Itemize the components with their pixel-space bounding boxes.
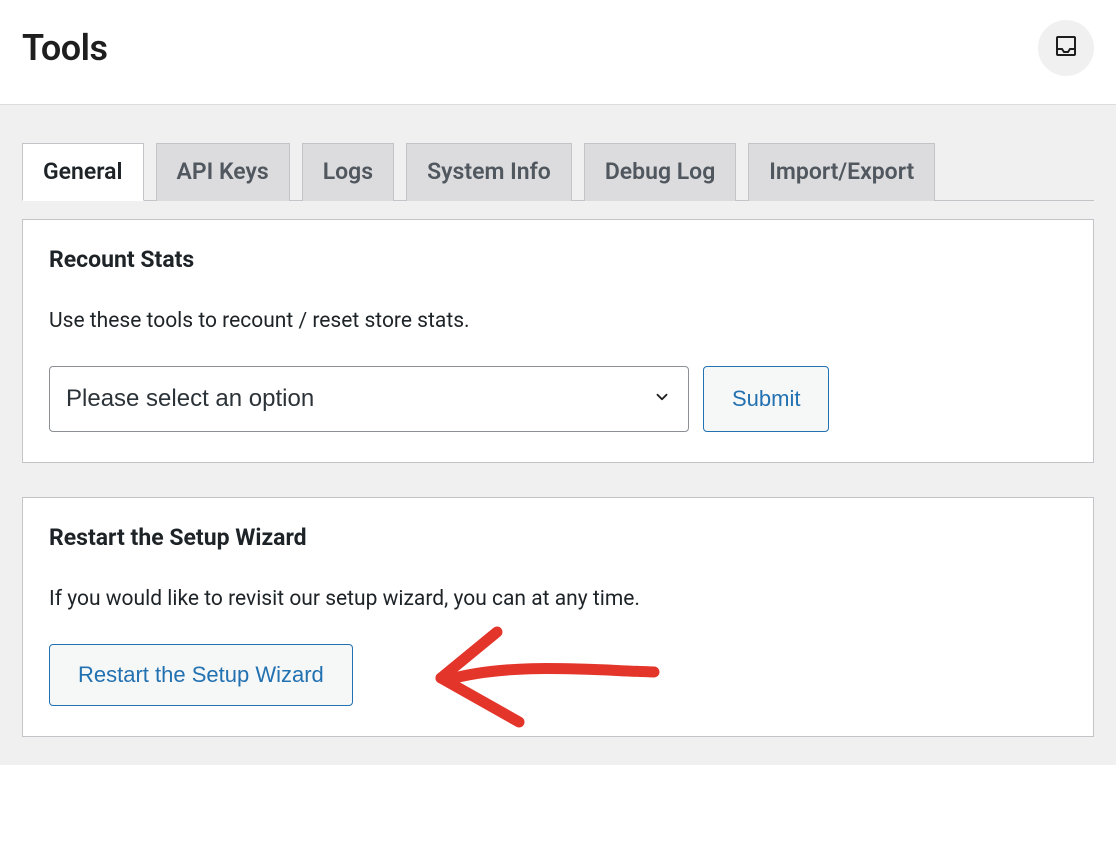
submit-button[interactable]: Submit bbox=[703, 366, 829, 432]
restart-wizard-description: If you would like to revisit our setup w… bbox=[49, 585, 1067, 614]
tab-debug-log[interactable]: Debug Log bbox=[584, 143, 736, 201]
tab-general[interactable]: General bbox=[22, 143, 144, 201]
content-area: General API Keys Logs System Info Debug … bbox=[0, 104, 1116, 765]
wizard-row: Restart the Setup Wizard bbox=[49, 644, 1067, 706]
tab-api-keys[interactable]: API Keys bbox=[156, 143, 290, 201]
recount-stats-heading: Recount Stats bbox=[49, 246, 1067, 273]
page-title: Tools bbox=[22, 27, 108, 69]
tab-import-export[interactable]: Import/Export bbox=[748, 143, 935, 201]
tab-system-info[interactable]: System Info bbox=[406, 143, 572, 201]
annotation-arrow-icon bbox=[419, 622, 669, 742]
tabs-nav: General API Keys Logs System Info Debug … bbox=[22, 143, 1094, 201]
recount-select-wrap: Please select an option bbox=[49, 366, 689, 432]
restart-wizard-panel: Restart the Setup Wizard If you would li… bbox=[22, 497, 1094, 737]
restart-wizard-button[interactable]: Restart the Setup Wizard bbox=[49, 644, 353, 706]
recount-stats-panel: Recount Stats Use these tools to recount… bbox=[22, 219, 1094, 463]
inbox-icon bbox=[1054, 34, 1078, 62]
recount-form-row: Please select an option Submit bbox=[49, 366, 1067, 432]
recount-select[interactable]: Please select an option bbox=[49, 366, 689, 432]
tab-logs[interactable]: Logs bbox=[302, 143, 394, 201]
page-header: Tools bbox=[0, 0, 1116, 104]
inbox-button[interactable] bbox=[1038, 20, 1094, 76]
recount-stats-description: Use these tools to recount / reset store… bbox=[49, 307, 1067, 336]
restart-wizard-heading: Restart the Setup Wizard bbox=[49, 524, 1067, 551]
